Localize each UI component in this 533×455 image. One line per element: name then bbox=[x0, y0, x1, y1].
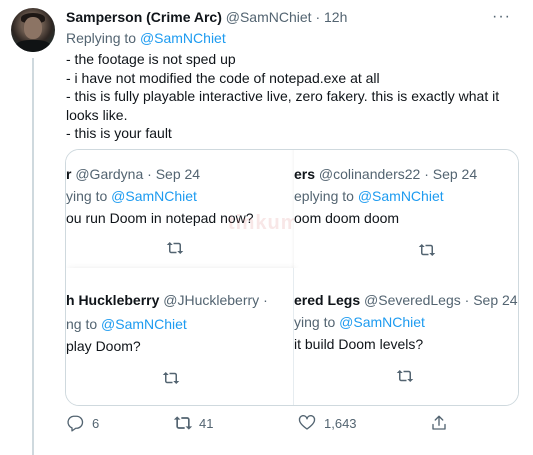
quote-text: play Doom? bbox=[66, 338, 141, 354]
tweet-line: - the footage is not sped up bbox=[66, 51, 236, 67]
tweet-line: - this is fully playable interactive liv… bbox=[66, 88, 504, 123]
retweet-icon bbox=[396, 368, 414, 384]
retweet-icon bbox=[418, 242, 436, 258]
retweet-button[interactable]: 41 bbox=[173, 414, 213, 432]
watermark: tinkum bbox=[228, 212, 300, 234]
action-bar: 6 41 1,643 bbox=[66, 414, 466, 438]
media-video[interactable]: r @Gardyna · Sep 24 ying to @SamNChiet o… bbox=[65, 149, 519, 406]
quote-date: · Sep 24 bbox=[464, 292, 518, 308]
quote-handle: @colinanders22 bbox=[318, 166, 421, 182]
tweet[interactable]: Samperson (Crime Arc) @SamNChiet · 12h ·… bbox=[0, 0, 533, 455]
quote-cell: ered Legs @SeveredLegs · Sep 24 ying to … bbox=[294, 268, 518, 405]
tweet-text: - the footage is not sped up - i have no… bbox=[66, 50, 506, 143]
quote-handle: @SeveredLegs bbox=[364, 292, 461, 308]
quote-author: ers bbox=[294, 166, 316, 182]
quote-cell: ers @colinanders22 · Sep 24 eplying to @… bbox=[294, 150, 518, 268]
quote-mention: @SamNChiet bbox=[357, 188, 444, 204]
tweet-header: Samperson (Crime Arc) @SamNChiet · 12h bbox=[66, 9, 347, 25]
thread-line bbox=[32, 58, 34, 455]
retweet-icon bbox=[162, 370, 180, 386]
quote-mention: @SamNChiet bbox=[111, 188, 197, 204]
quote-cell: h Huckleberry @JHuckleberry · ng to @Sam… bbox=[66, 268, 294, 405]
like-count: 1,643 bbox=[324, 415, 357, 431]
retweet-icon bbox=[166, 240, 184, 256]
retweet-icon bbox=[173, 414, 193, 432]
share-icon bbox=[430, 414, 448, 432]
reply-icon bbox=[66, 414, 84, 432]
author-handle[interactable]: @SamNChiet bbox=[226, 9, 312, 25]
more-options-icon[interactable]: ··· bbox=[492, 8, 511, 26]
quote-text: oom doom doom bbox=[294, 210, 400, 226]
replying-label: Replying to bbox=[66, 30, 137, 46]
author-name[interactable]: Samperson (Crime Arc) bbox=[66, 9, 222, 25]
replying-mention[interactable]: @SamNChiet bbox=[140, 30, 226, 46]
quote-author: r bbox=[66, 166, 72, 182]
tweet-line: - this is your fault bbox=[66, 125, 172, 141]
quote-handle: @Gardyna bbox=[75, 166, 144, 182]
reply-count: 6 bbox=[92, 415, 100, 431]
quote-handle: @JHuckleberry bbox=[163, 292, 260, 308]
replying-to: Replying to @SamNChiet bbox=[66, 30, 226, 46]
quote-date: · Sep 24 bbox=[147, 166, 201, 182]
quote-author: h Huckleberry bbox=[66, 292, 160, 308]
like-icon bbox=[298, 414, 316, 432]
quote-replying: ying to bbox=[294, 314, 336, 330]
quote-replying: ng to bbox=[66, 316, 98, 332]
timestamp[interactable]: 12h bbox=[324, 9, 347, 25]
quote-author: ered Legs bbox=[294, 292, 361, 308]
quote-replying: ying to bbox=[66, 188, 108, 204]
quote-cell: r @Gardyna · Sep 24 ying to @SamNChiet o… bbox=[66, 150, 294, 268]
separator: · bbox=[315, 9, 321, 25]
quote-replying: eplying to bbox=[294, 188, 354, 204]
quote-date: · Sep 24 bbox=[424, 166, 478, 182]
quote-date: · bbox=[263, 292, 268, 308]
retweet-count: 41 bbox=[199, 415, 214, 431]
reply-button[interactable]: 6 bbox=[66, 414, 99, 432]
tweet-line: - i have not modified the code of notepa… bbox=[66, 69, 380, 86]
quote-text: it build Doom levels? bbox=[294, 336, 424, 352]
quote-text: ou run Doom in notepad now? bbox=[66, 210, 254, 226]
like-button[interactable]: 1,643 bbox=[298, 414, 357, 432]
quote-mention: @SamNChiet bbox=[101, 316, 187, 332]
quote-mention: @SamNChiet bbox=[339, 314, 425, 330]
avatar[interactable] bbox=[11, 8, 55, 52]
share-button[interactable] bbox=[430, 414, 448, 432]
